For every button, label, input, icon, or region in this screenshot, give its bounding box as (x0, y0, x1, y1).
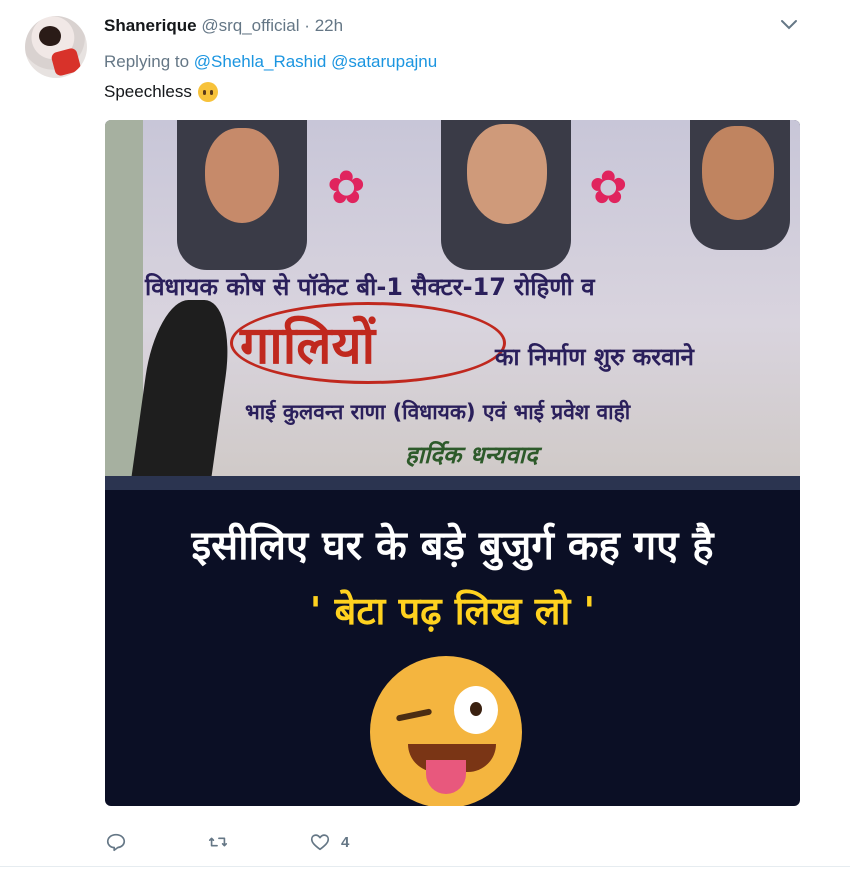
banner-text-line-2: गालियों (230, 302, 506, 384)
neutral-face-emoji-icon (197, 82, 218, 102)
lotus-symbol-icon: ✿ (327, 161, 366, 213)
tweet-divider (0, 866, 850, 867)
banner-text-line-3: का निर्माण शुरु करवाने (495, 343, 694, 371)
reply-button[interactable] (105, 831, 127, 853)
banner-text-line-1: विधायक कोष से पॉकेट बी-1 सैक्टर-17 रोहिण… (145, 273, 595, 301)
reply-user-link-2[interactable]: @satarupajnu (331, 52, 437, 71)
display-name[interactable]: Shanerique (104, 16, 197, 35)
winking-tongue-emoji-icon (370, 656, 522, 806)
reply-prefix: Replying to (104, 52, 190, 71)
photo-person-2 (441, 120, 571, 270)
photo-banner: ✿ ✿ विधायक कोष से पॉकेट बी-1 सैक्टर-17 र… (105, 120, 800, 490)
chevron-down-icon[interactable] (780, 18, 798, 32)
reply-user-link-1[interactable]: @Shehla_Rashid (194, 52, 327, 71)
retweet-icon (208, 837, 228, 847)
reply-icon (106, 833, 126, 852)
avatar-hair (39, 26, 61, 46)
separator: · (304, 16, 310, 35)
tweet-header: Shanerique @srq_official · 22h (104, 16, 343, 36)
tweet-text-content: Speechless (104, 82, 192, 101)
banner-text-line-4: भाई कुलवन्त राणा (विधायक) एवं भाई प्रवेश… (245, 400, 631, 424)
timestamp[interactable]: 22h (315, 16, 343, 35)
meme-caption-line-1: इसीलिए घर के बड़े बुजुर्ग कह गए है (191, 523, 714, 569)
tweet-actions: 4 (105, 826, 429, 858)
retweet-button[interactable] (207, 831, 229, 853)
tweet-media-image[interactable]: ✿ ✿ विधायक कोष से पॉकेट बी-1 सैक्टर-17 र… (105, 120, 800, 806)
like-button[interactable]: 4 (309, 831, 349, 853)
avatar[interactable] (25, 16, 87, 78)
photo-person-3 (690, 120, 790, 250)
replying-to: Replying to @Shehla_Rashid @satarupajnu (104, 52, 437, 72)
photo-person-1 (177, 120, 307, 270)
like-count: 4 (341, 833, 350, 851)
meme-caption-line-2: ' बेटा पढ़ लिख लो ' (309, 589, 596, 633)
tweet: Shanerique @srq_official · 22h Replying … (0, 0, 850, 871)
user-handle[interactable]: @srq_official (201, 16, 299, 35)
lotus-symbol-icon: ✿ (589, 161, 628, 213)
tweet-text: Speechless (104, 82, 218, 102)
avatar-detail (50, 47, 82, 77)
banner-bottom-strip (105, 476, 800, 490)
banner-text-line-5: हार्दिक धन्यवाद (405, 441, 538, 469)
heart-icon (310, 834, 330, 851)
photo-road-graphic (129, 300, 237, 490)
